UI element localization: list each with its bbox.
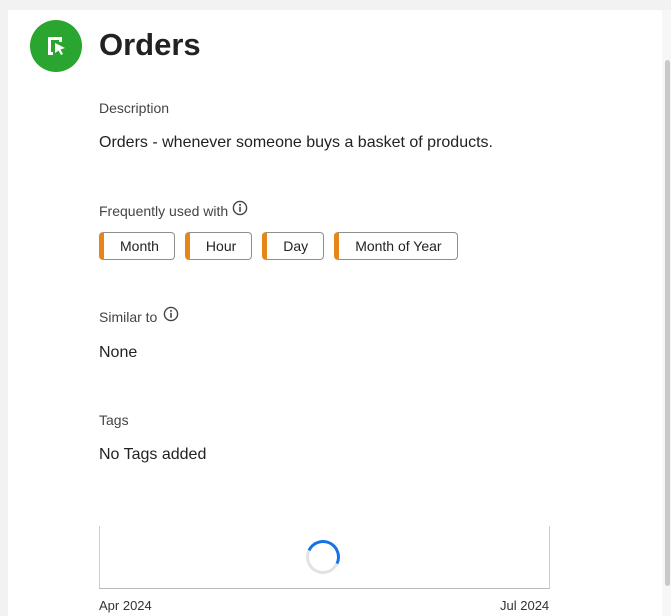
loading-spinner (301, 535, 345, 579)
chip-hour[interactable]: Hour (184, 232, 253, 260)
info-icon[interactable] (232, 200, 248, 216)
trend-chart (99, 526, 550, 589)
chip-month[interactable]: Month (99, 232, 175, 260)
scrollbar-thumb[interactable] (665, 60, 670, 586)
x-axis-end-label: Jul 2024 (500, 598, 550, 613)
page-title: Orders (99, 27, 201, 62)
similar-to-label: Similar to (99, 309, 158, 325)
info-icon[interactable] (163, 306, 179, 322)
similar-to-value: None (99, 344, 138, 361)
frequently-used-chips: Month Hour Day Month of Year (99, 232, 458, 260)
tags-value: No Tags added (99, 446, 207, 463)
frequently-used-label: Frequently used with (99, 203, 229, 219)
chip-month-of-year[interactable]: Month of Year (334, 232, 458, 260)
chip-day[interactable]: Day (262, 232, 325, 260)
x-axis-start-label: Apr 2024 (99, 598, 152, 613)
description-text: Orders - whenever someone buys a basket … (99, 134, 493, 151)
tags-label: Tags (99, 412, 129, 428)
scrollbar[interactable] (662, 10, 671, 616)
description-label: Description (99, 100, 170, 116)
segment-arrow-icon (30, 20, 82, 72)
